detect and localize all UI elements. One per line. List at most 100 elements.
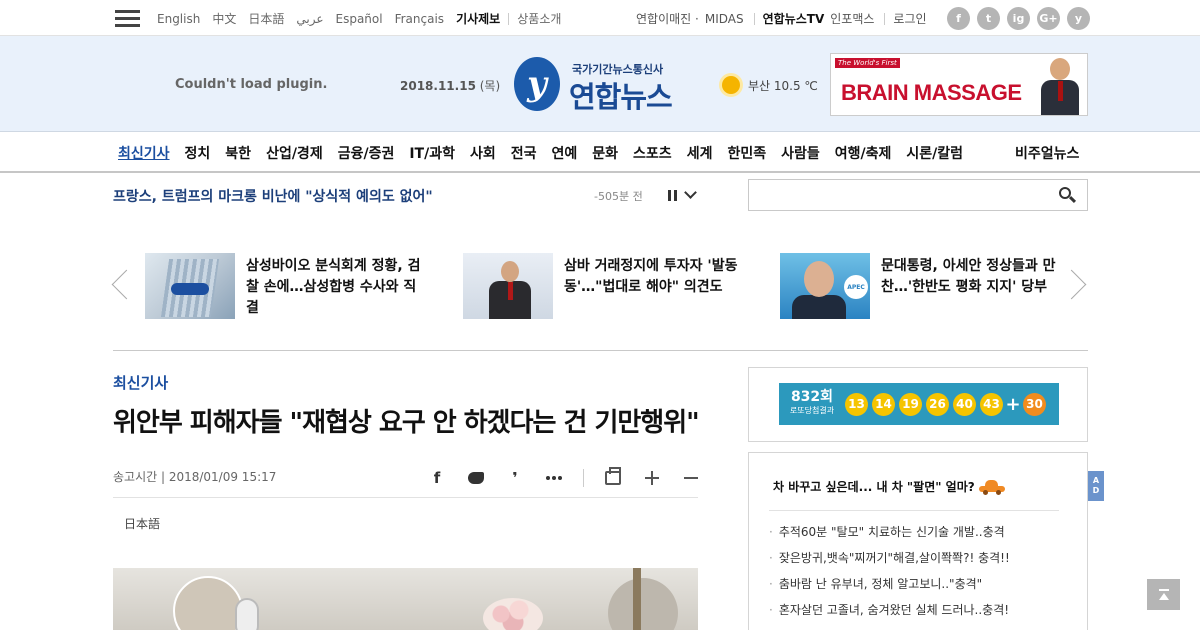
weekday-text: (목): [479, 79, 501, 93]
midas-link[interactable]: MIDAS: [705, 12, 744, 26]
lang-french[interactable]: Français: [395, 12, 444, 26]
nav-item-finance[interactable]: 금융/증권: [338, 143, 395, 163]
instagram-icon[interactable]: ig: [1007, 7, 1030, 30]
section-divider: [113, 350, 1088, 351]
login-link[interactable]: 로그인: [893, 10, 926, 27]
font-increase-icon[interactable]: [642, 468, 662, 488]
date-text: 2018.11.15: [400, 79, 476, 93]
social-links: f t ig G+ y: [947, 7, 1097, 30]
carousel-headline[interactable]: 문대통령, 아세안 정상들과 만찬…'한반도 평화 지지' 당부: [881, 256, 1061, 298]
promo-item[interactable]: 혼자살던 고졸녀, 숨겨왔던 실체 드러나..충격!: [769, 601, 1010, 627]
nav-item-north-korea[interactable]: 북한: [225, 143, 251, 163]
print-icon[interactable]: [603, 467, 623, 488]
promo-divider: [769, 510, 1059, 511]
ad-model-image: [1039, 56, 1081, 115]
carousel-next-arrow-icon[interactable]: [1067, 268, 1085, 300]
menu-icon[interactable]: [115, 10, 140, 27]
lang-spanish[interactable]: Español: [336, 12, 383, 26]
nav-item-it-science[interactable]: IT/과학: [409, 143, 455, 163]
lotto-ball: 43: [980, 392, 1003, 416]
more-share-icon[interactable]: [544, 468, 564, 488]
lotto-ball: 14: [872, 392, 895, 416]
sponsored-links-box: 차 바꾸고 싶은데... 내 차 "팔면" 얼마? 추적60분 "탈모" 치료하…: [748, 452, 1088, 630]
japanese-version-link[interactable]: 日本語: [124, 515, 160, 532]
google-plus-icon[interactable]: G+: [1037, 7, 1060, 30]
font-decrease-icon[interactable]: [681, 468, 701, 488]
pause-icon[interactable]: [668, 190, 677, 201]
logo-wordmark: 연합뉴스: [569, 80, 673, 114]
lotto-ball: 19: [899, 392, 922, 416]
nav-item-latest[interactable]: 최신기사: [118, 143, 170, 163]
carousel-headline[interactable]: 삼바 거래정지에 투자자 '발동동'…"법대로 해야" 의견도: [564, 256, 744, 298]
header-ad-banner[interactable]: The World's First BRAIN MASSAGE: [830, 53, 1088, 116]
promo-item[interactable]: 잦은방귀,뱃속"찌꺼기"해결,살이쫙쫙?! 충격!!: [769, 549, 1010, 575]
lotto-bonus-ball: 30: [1023, 392, 1046, 416]
header-date: 2018.11.15 (목): [400, 77, 500, 94]
chevron-down-icon[interactable]: [684, 186, 697, 199]
nav-item-travel[interactable]: 여행/축제: [835, 143, 892, 163]
nav-item-visual-news[interactable]: 비주얼뉴스: [1015, 143, 1079, 163]
category-nav: 최신기사 정치 북한 산업/경제 금융/증권 IT/과학 사회 전국 연예 문화…: [0, 132, 1200, 173]
nav-item-korean-diaspora[interactable]: 한민족: [727, 143, 766, 163]
facebook-icon[interactable]: f: [947, 7, 970, 30]
nav-item-people[interactable]: 사람들: [781, 143, 820, 163]
share-yonhap-icon[interactable]: ❜: [505, 468, 525, 488]
nav-item-politics[interactable]: 정치: [185, 143, 211, 163]
share-twitter-icon[interactable]: [466, 468, 486, 488]
lang-japanese[interactable]: 日本語: [248, 10, 284, 27]
promo-title-text: 차 바꾸고 싶은데... 내 차 "팔면" 얼마?: [773, 480, 975, 494]
carousel-headline[interactable]: 삼성바이오 분식회계 정황, 검찰 손에…삼성합병 수사와 직결: [246, 256, 426, 319]
plugin-error-notice: Couldn't load plugin.: [175, 77, 328, 92]
ad-label-tab[interactable]: A D: [1088, 471, 1104, 501]
scroll-top-icon: [1158, 589, 1169, 591]
lotto-results-banner[interactable]: 832회 로또당첨결과 13 14 19 26 40 43 + 30: [779, 383, 1059, 425]
sun-icon: [722, 76, 740, 94]
nav-item-entertainment[interactable]: 연예: [552, 143, 578, 163]
nav-item-opinion[interactable]: 시론/칼럼: [906, 143, 963, 163]
carousel-thumbnail: [463, 253, 553, 319]
lang-english[interactable]: English: [157, 12, 200, 26]
search-icon[interactable]: [1059, 187, 1077, 204]
lang-arabic[interactable]: عربي: [296, 12, 323, 26]
apec-logo: APEC: [844, 275, 868, 299]
nav-item-society[interactable]: 사회: [470, 143, 496, 163]
breaking-ticker[interactable]: 프랑스, 트럼프의 마크롱 비난에 "상식적 예의도 없어": [113, 186, 433, 206]
infomax-link[interactable]: 인포맥스: [830, 10, 874, 27]
lotto-label: 832회 로또당첨결과: [779, 390, 845, 418]
lotto-ball: 26: [926, 392, 949, 416]
nav-item-world[interactable]: 세계: [687, 143, 713, 163]
separator: [753, 12, 755, 25]
scroll-to-top-button[interactable]: [1147, 579, 1180, 610]
carousel-thumbnail: APEC: [780, 253, 870, 319]
nav-item-sports[interactable]: 스포츠: [633, 143, 672, 163]
magazine-link[interactable]: 연합이매진 ·: [636, 10, 699, 27]
lotto-caption: 로또당첨결과: [789, 406, 835, 415]
yonhap-icon[interactable]: y: [1067, 7, 1090, 30]
carousel-thumbnail: [145, 253, 235, 319]
yonhap-tv-link[interactable]: 연합뉴스TV: [763, 10, 825, 27]
carousel-prev-arrow-icon[interactable]: [112, 268, 130, 300]
article-category[interactable]: 최신기사: [113, 372, 168, 393]
site-logo[interactable]: y 국가기간뉴스통신사 연합뉴스: [514, 55, 689, 114]
news-tip-link[interactable]: 기사제보: [456, 10, 500, 27]
promo-item[interactable]: 추적60분 "탈모" 치료하는 신기술 개발..충격: [769, 523, 1010, 549]
weather-widget[interactable]: 부산 10.5 ℃: [722, 76, 818, 94]
lotto-plus: +: [1005, 393, 1021, 415]
lotto-ball: 13: [845, 392, 868, 416]
nav-item-economy[interactable]: 산업/경제: [266, 143, 323, 163]
products-link[interactable]: 상품소개: [517, 10, 561, 27]
ticker-time: -505분 전: [594, 190, 643, 203]
share-facebook-icon[interactable]: f: [427, 468, 447, 488]
nav-item-national[interactable]: 전국: [511, 143, 537, 163]
logo-mark-icon: y: [514, 57, 560, 111]
lang-chinese[interactable]: 中文: [212, 10, 236, 27]
nav-item-culture[interactable]: 문화: [592, 143, 618, 163]
article-meta-divider: [113, 497, 698, 498]
article-photo: [113, 568, 698, 630]
twitter-icon[interactable]: t: [977, 7, 1000, 30]
search-input[interactable]: [749, 180, 1049, 210]
article-title: 위안부 피해자들 "재협상 요구 안 하겠다는 건 기만행위": [113, 408, 700, 438]
promo-title[interactable]: 차 바꾸고 싶은데... 내 차 "팔면" 얼마?: [773, 478, 1005, 495]
promo-item[interactable]: 춤바람 난 유부녀, 정체 알고보니.."충격": [769, 575, 1010, 601]
lotto-widget[interactable]: 832회 로또당첨결과 13 14 19 26 40 43 + 30: [748, 367, 1088, 442]
